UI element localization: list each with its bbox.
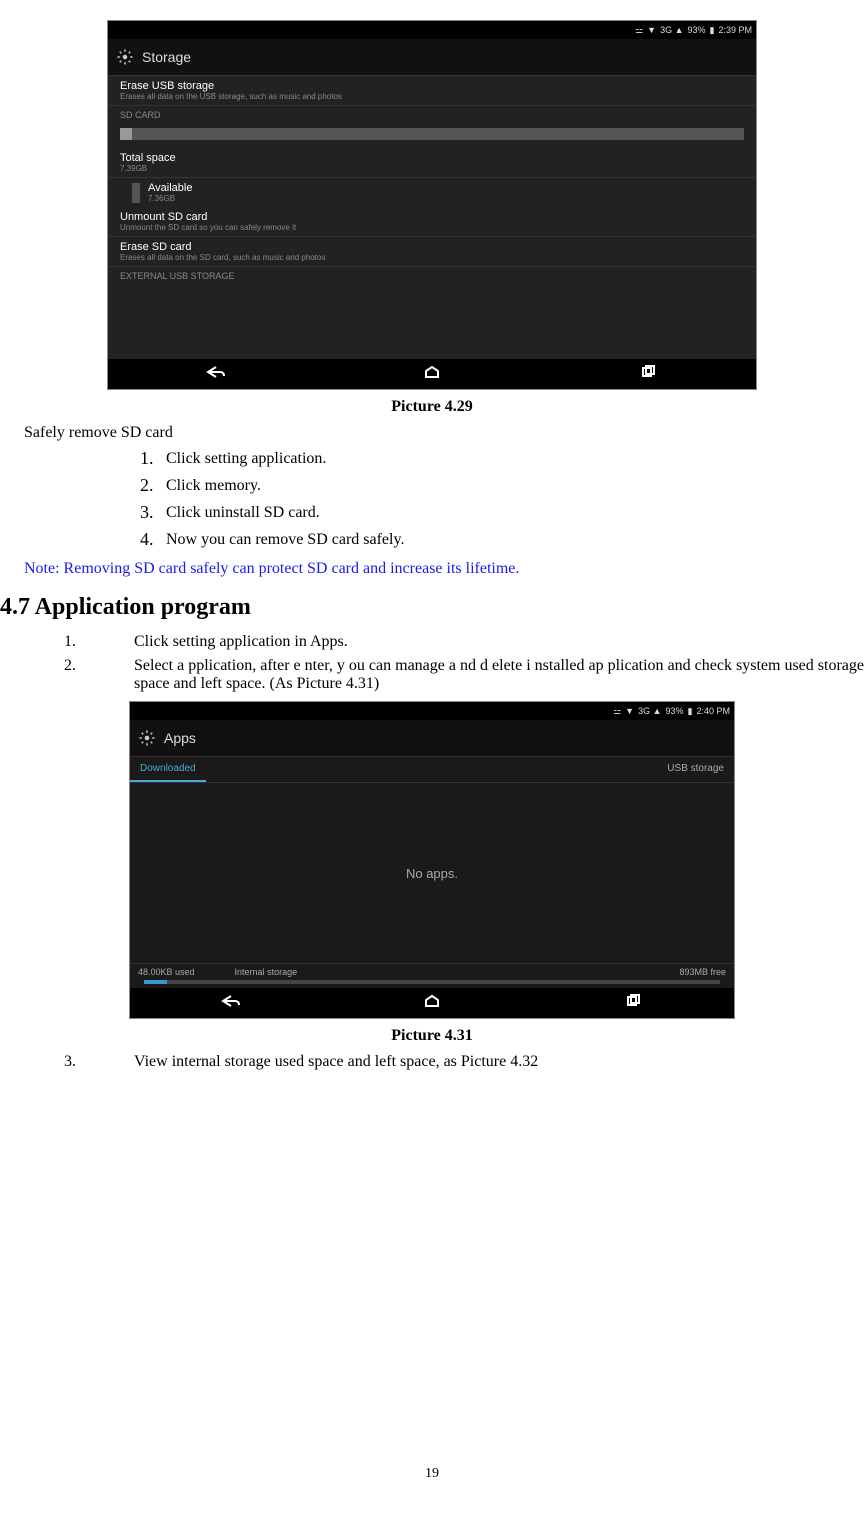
signal-icon: 3G ▲ [660, 25, 683, 35]
erase-usb-item[interactable]: Erase USB storage Erases all data on the… [108, 76, 756, 106]
battery-pct: 93% [688, 25, 706, 35]
wifi-icon: ▼ [647, 25, 656, 35]
settings-header: Storage [108, 39, 756, 76]
steps-safely-remove: 1.Click setting application. 2.Click mem… [140, 448, 864, 550]
apps-tabs: Downloaded USB storage [130, 757, 734, 783]
item-sub: Erases all data on the USB storage, such… [120, 92, 744, 101]
home-icon[interactable] [422, 365, 442, 384]
available-color-icon [132, 183, 140, 203]
safely-remove-heading: Safely remove SD card [24, 424, 854, 442]
no-apps-label: No apps. [406, 866, 458, 881]
note-text: Note: Removing SD card safely can protec… [24, 560, 840, 578]
list-item: 2.Select a pplication, after e nter, y o… [64, 657, 864, 693]
storage-list: Erase USB storage Erases all data on the… [108, 76, 756, 359]
home-icon[interactable] [422, 994, 442, 1013]
signal-icon: 3G ▲ [638, 706, 661, 716]
status-bar: ⚍ ▼ 3G ▲ 93% ▮ 2:40 PM [130, 702, 734, 720]
battery-pct: 93% [666, 706, 684, 716]
header-title: Storage [142, 49, 191, 65]
screenshot-storage: ⚍ ▼ 3G ▲ 93% ▮ 2:39 PM Storage Erase USB… [107, 20, 757, 390]
item-title: Available [148, 182, 192, 194]
item-title: Total space [120, 152, 744, 164]
recent-icon[interactable] [623, 994, 643, 1013]
item-sub: 7.39GB [120, 164, 744, 173]
caption-4-31: Picture 4.31 [0, 1027, 864, 1045]
list-item: 4.Now you can remove SD card safely. [140, 529, 864, 550]
apps-empty: No apps. [130, 783, 734, 963]
battery-icon: ▮ [688, 706, 693, 717]
gear-icon [116, 48, 134, 66]
footer-center: Internal storage [235, 967, 298, 977]
back-icon[interactable] [221, 994, 241, 1013]
list-item: 3.View internal storage used space and l… [64, 1053, 864, 1071]
recent-icon[interactable] [638, 365, 658, 384]
storage-footer: 48.00KB used Internal storage 893MB free [130, 963, 734, 980]
item-title: Erase SD card [120, 241, 744, 253]
steps-application-program-cont: 3.View internal storage used space and l… [64, 1053, 864, 1071]
clock: 2:40 PM [696, 706, 730, 716]
page-number: 19 [0, 1466, 864, 1482]
erase-sd-item[interactable]: Erase SD card Erases all data on the SD … [108, 237, 756, 267]
nav-bar [130, 988, 734, 1018]
steps-application-program: 1.Click setting application in Apps. 2.S… [64, 633, 864, 693]
wifi-icon: ▼ [625, 706, 634, 716]
used-label: 48.00KB used [138, 967, 195, 977]
bluetooth-icon: ⚍ [613, 706, 621, 717]
sd-card-label: SD CARD [108, 106, 756, 124]
item-title: Unmount SD card [120, 211, 744, 223]
caption-4-29: Picture 4.29 [0, 398, 864, 416]
external-usb-label: EXTERNAL USB STORAGE [108, 267, 756, 285]
list-item: 1.Click setting application in Apps. [64, 633, 864, 651]
bluetooth-icon: ⚍ [635, 25, 643, 36]
screenshot-apps: ⚍ ▼ 3G ▲ 93% ▮ 2:40 PM Apps Downloaded U… [129, 701, 735, 1019]
item-sub: Unmount the SD card so you can safely re… [120, 223, 744, 232]
gear-icon [138, 729, 156, 747]
free-label: 893MB free [679, 967, 726, 977]
status-bar: ⚍ ▼ 3G ▲ 93% ▮ 2:39 PM [108, 21, 756, 39]
item-sub: 7.36GB [148, 194, 192, 203]
item-sub: Erases all data on the SD card, such as … [120, 253, 744, 262]
list-item: 1.Click setting application. [140, 448, 864, 469]
unmount-sd-item[interactable]: Unmount SD card Unmount the SD card so y… [108, 207, 756, 237]
tab-downloaded[interactable]: Downloaded [130, 757, 206, 782]
clock: 2:39 PM [718, 25, 752, 35]
list-item: 3.Click uninstall SD card. [140, 502, 864, 523]
back-icon[interactable] [206, 365, 226, 384]
section-heading-4-7: 4.7 Application program [0, 594, 864, 621]
battery-icon: ▮ [710, 25, 715, 36]
storage-bar [144, 980, 720, 984]
sd-progress [120, 128, 744, 140]
total-space-item[interactable]: Total space 7.39GB [108, 148, 756, 178]
available-item[interactable]: Available 7.36GB [108, 178, 756, 207]
list-item: 2.Click memory. [140, 475, 864, 496]
tab-usb-storage[interactable]: USB storage [657, 757, 734, 782]
header-title: Apps [164, 730, 196, 746]
page: ⚍ ▼ 3G ▲ 93% ▮ 2:39 PM Storage Erase USB… [0, 20, 864, 1502]
settings-header: Apps [130, 720, 734, 757]
item-title: Erase USB storage [120, 80, 744, 92]
nav-bar [108, 359, 756, 389]
